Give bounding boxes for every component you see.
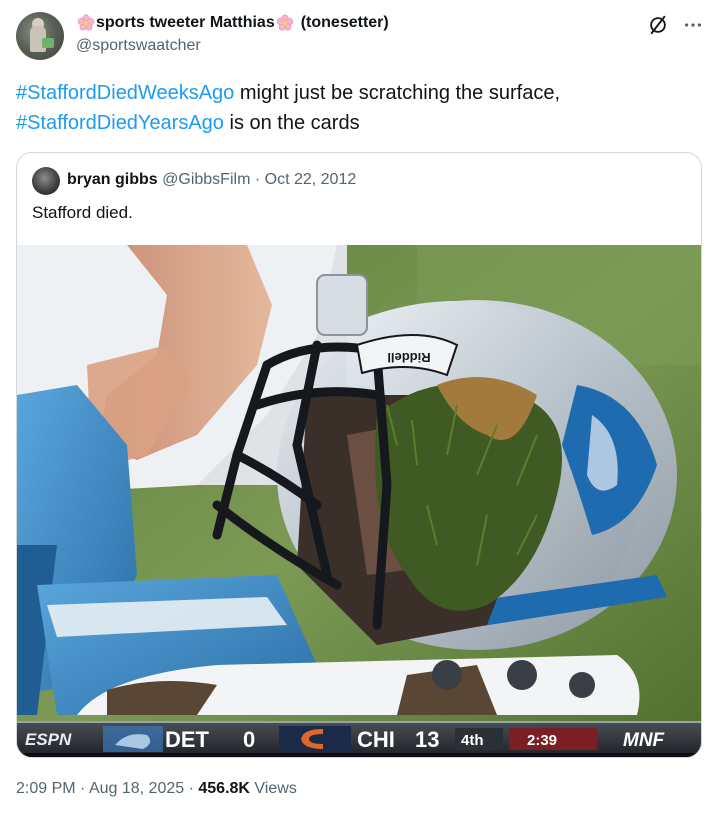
quoted-tweet-date: Oct 22, 2012 (264, 171, 357, 188)
cherry-blossom-icon (276, 14, 294, 32)
scorebug-quarter: 4th (461, 732, 484, 749)
more-icon[interactable] (682, 14, 704, 36)
quoted-author-avatar (32, 167, 60, 195)
quoted-author-name: bryan gibbs (67, 171, 158, 188)
tweet-text: #StaffordDiedWeeksAgo might just be scra… (16, 78, 696, 138)
grok-icon[interactable] (647, 14, 669, 36)
hashtag-link[interactable]: #StaffordDiedWeeksAgo (16, 82, 234, 104)
tweet-text-part: is on the cards (229, 112, 360, 134)
scorebug-score1: 0 (243, 727, 255, 752)
quoted-tweet-image[interactable]: Riddell ESPN DET 0 CHI 13 4th 2:39 MNF (17, 245, 701, 757)
separator: · (80, 780, 86, 797)
hashtag-link[interactable]: #StaffordDiedYearsAgo (16, 112, 224, 134)
author-handle[interactable]: @sportswaatcher (76, 37, 201, 55)
cherry-blossom-icon (77, 14, 95, 32)
helmet-brand-text: Riddell (387, 350, 430, 365)
quoted-tweet[interactable]: bryan gibbs @GibbsFilm · Oct 22, 2012 St… (16, 152, 702, 758)
tweet-footer: 2:09 PM · Aug 18, 2025 · 456.8K Views (16, 780, 297, 798)
quoted-tweet-header: bryan gibbs @GibbsFilm · Oct 22, 2012 (67, 171, 356, 189)
quoted-tweet-text: Stafford died. (32, 203, 133, 222)
author-name: sports tweeter Matthias (96, 14, 275, 31)
separator: · (188, 780, 194, 797)
scorebug-team2: CHI (357, 727, 395, 752)
scorebug-team1: DET (165, 727, 210, 752)
views-count: 456.8K (198, 780, 250, 797)
separator: · (254, 171, 261, 188)
scorebug-score2: 13 (415, 727, 439, 752)
tweet-text-part: might just be scratching the surface, (239, 82, 560, 104)
scorebug-clock: 2:39 (527, 732, 557, 749)
tweet-date[interactable]: Aug 18, 2025 (89, 780, 184, 797)
quoted-author-handle: @GibbsFilm (162, 171, 251, 188)
author-name-suffix: (tonesetter) (300, 14, 389, 31)
tweet: sports tweeter Matthias (tonesetter) @sp… (0, 0, 716, 817)
author-display-name[interactable]: sports tweeter Matthias (tonesetter) (76, 12, 389, 34)
scorebug-network: ESPN (25, 730, 72, 749)
views-label: Views (254, 780, 297, 797)
tweet-time[interactable]: 2:09 PM (16, 780, 76, 797)
scorebug-show: MNF (623, 730, 666, 751)
author-avatar[interactable] (16, 12, 64, 60)
